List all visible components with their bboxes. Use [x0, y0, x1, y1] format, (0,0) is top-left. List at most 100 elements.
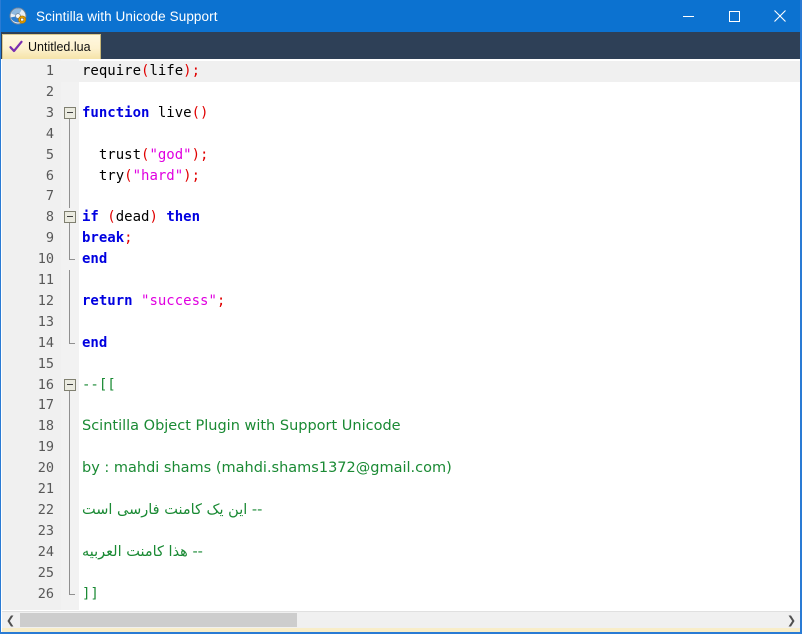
editor-line[interactable]: [2, 584, 800, 605]
line-number: 6: [45, 167, 54, 184]
line-number: 26: [37, 585, 54, 602]
fold-connector: [69, 228, 70, 251]
chevron-right-icon[interactable]: ❯: [783, 612, 800, 628]
code-editor[interactable]: 1 require(life); 2 3 function live() 4 5 trust…: [2, 59, 800, 610]
token-kw: end: [82, 251, 108, 268]
editor-line[interactable]: [2, 354, 800, 375]
tab-untitled-lua[interactable]: Untitled.lua: [2, 34, 101, 59]
line-number: 14: [37, 334, 54, 351]
editor-line[interactable]: [2, 124, 800, 145]
fold-connector: [69, 290, 70, 313]
fold-toggle-icon[interactable]: [64, 378, 76, 391]
window-title: Scintilla with Unicode Support: [36, 8, 218, 24]
line-number: 4: [45, 125, 54, 142]
line-number: 11: [37, 272, 54, 288]
code-text: end: [82, 333, 107, 354]
token-str: "hard": [132, 167, 184, 184]
check-icon: [9, 40, 23, 54]
token-op: ;: [191, 167, 201, 184]
maximize-icon: [728, 10, 740, 22]
line-number: 20: [37, 460, 54, 477]
line-number: 13: [37, 313, 54, 330]
fold-connector: [69, 144, 70, 167]
token-op: (: [124, 167, 133, 184]
token-op: (: [107, 209, 116, 226]
fold-toggle-icon[interactable]: [64, 211, 76, 224]
fold-connector: [69, 479, 70, 501]
line-number: 18: [37, 418, 54, 435]
editor-line[interactable]: [2, 82, 800, 103]
horizontal-scrollbar[interactable]: ❮ ❯: [2, 611, 800, 628]
line-number: 9: [45, 230, 54, 247]
token-kw: function: [82, 104, 150, 121]
line-number: 10: [37, 251, 54, 268]
editor-line[interactable]: [2, 312, 800, 333]
code-text: break;: [82, 228, 133, 249]
token-kw: break: [82, 230, 125, 247]
minimize-button[interactable]: [665, 0, 711, 32]
window-controls: [665, 0, 800, 32]
line-number: 22: [37, 501, 54, 518]
editor-line[interactable]: [2, 563, 800, 584]
line-number: 2: [45, 83, 54, 100]
token-cmt: --[[: [82, 376, 116, 393]
comment-text: Scintilla Object Plugin with Support Uni…: [82, 418, 401, 435]
chevron-left-icon[interactable]: ❮: [2, 612, 19, 628]
fold-connector: [69, 562, 70, 585]
token-kw: return: [82, 292, 133, 309]
close-button[interactable]: [757, 0, 800, 32]
comment-text: -- این یک کامنت فارسی است: [82, 501, 263, 518]
application-window: Scintilla with Unicode Support Untitled.…: [0, 0, 802, 634]
token-kw: end: [82, 334, 108, 351]
token-op: ;: [200, 146, 209, 163]
line-number: 8: [45, 209, 54, 226]
fold-toggle-icon[interactable]: [64, 106, 76, 119]
fold-end-marker: [69, 249, 75, 261]
editor-line[interactable]: [2, 249, 800, 270]
fold-connector: [69, 520, 70, 543]
editor-line[interactable]: [2, 395, 800, 416]
fold-connector: [69, 395, 70, 418]
editor-line[interactable]: [2, 437, 800, 458]
line-number: 24: [37, 543, 54, 560]
line-number: 3: [45, 104, 54, 121]
minimize-icon: [682, 15, 694, 17]
editor-line[interactable]: [2, 375, 800, 396]
line-number: 25: [37, 564, 54, 581]
token-ident: life: [149, 63, 184, 79]
token-kw: then: [157, 209, 201, 226]
token-op: ): [191, 146, 201, 163]
token-str: "success": [141, 292, 217, 309]
fold-connector: [69, 165, 70, 188]
editor-line[interactable]: [2, 270, 800, 291]
line-number: 5: [45, 146, 54, 163]
line-number: 23: [37, 522, 54, 539]
code-text: if (dead) then: [82, 207, 200, 228]
fold-connector: [69, 123, 70, 146]
code-text: require(life);: [82, 61, 200, 82]
fold-connector: [69, 541, 70, 564]
token-cmt: ]]: [82, 585, 99, 602]
token-op: ;: [216, 292, 226, 309]
editor-line[interactable]: [2, 186, 800, 207]
line-number: 7: [45, 188, 54, 205]
editor-line[interactable]: [2, 333, 800, 354]
fold-connector: [69, 186, 70, 209]
editor-line[interactable]: [2, 479, 800, 500]
comment-text: -- هذا کامنت العربیه: [82, 543, 203, 560]
tab-strip: Untitled.lua: [1, 32, 800, 59]
line-number: 17: [37, 397, 54, 414]
token-ident: live: [149, 104, 192, 121]
token-op: ): [183, 63, 192, 79]
title-bar: Scintilla with Unicode Support: [1, 0, 800, 32]
code-text: trust("god");: [82, 145, 209, 166]
maximize-button[interactable]: [711, 0, 757, 32]
token-ident: dead: [115, 209, 150, 226]
code-text: end: [82, 249, 107, 270]
comment-text: by : mahdi shams (mahdi.shams1372@gmail.…: [82, 460, 452, 477]
close-icon: [774, 10, 786, 22]
line-number: 12: [37, 292, 54, 309]
scrollbar-thumb[interactable]: [20, 613, 297, 627]
token-op: ;: [124, 230, 133, 247]
editor-line[interactable]: [2, 521, 800, 542]
